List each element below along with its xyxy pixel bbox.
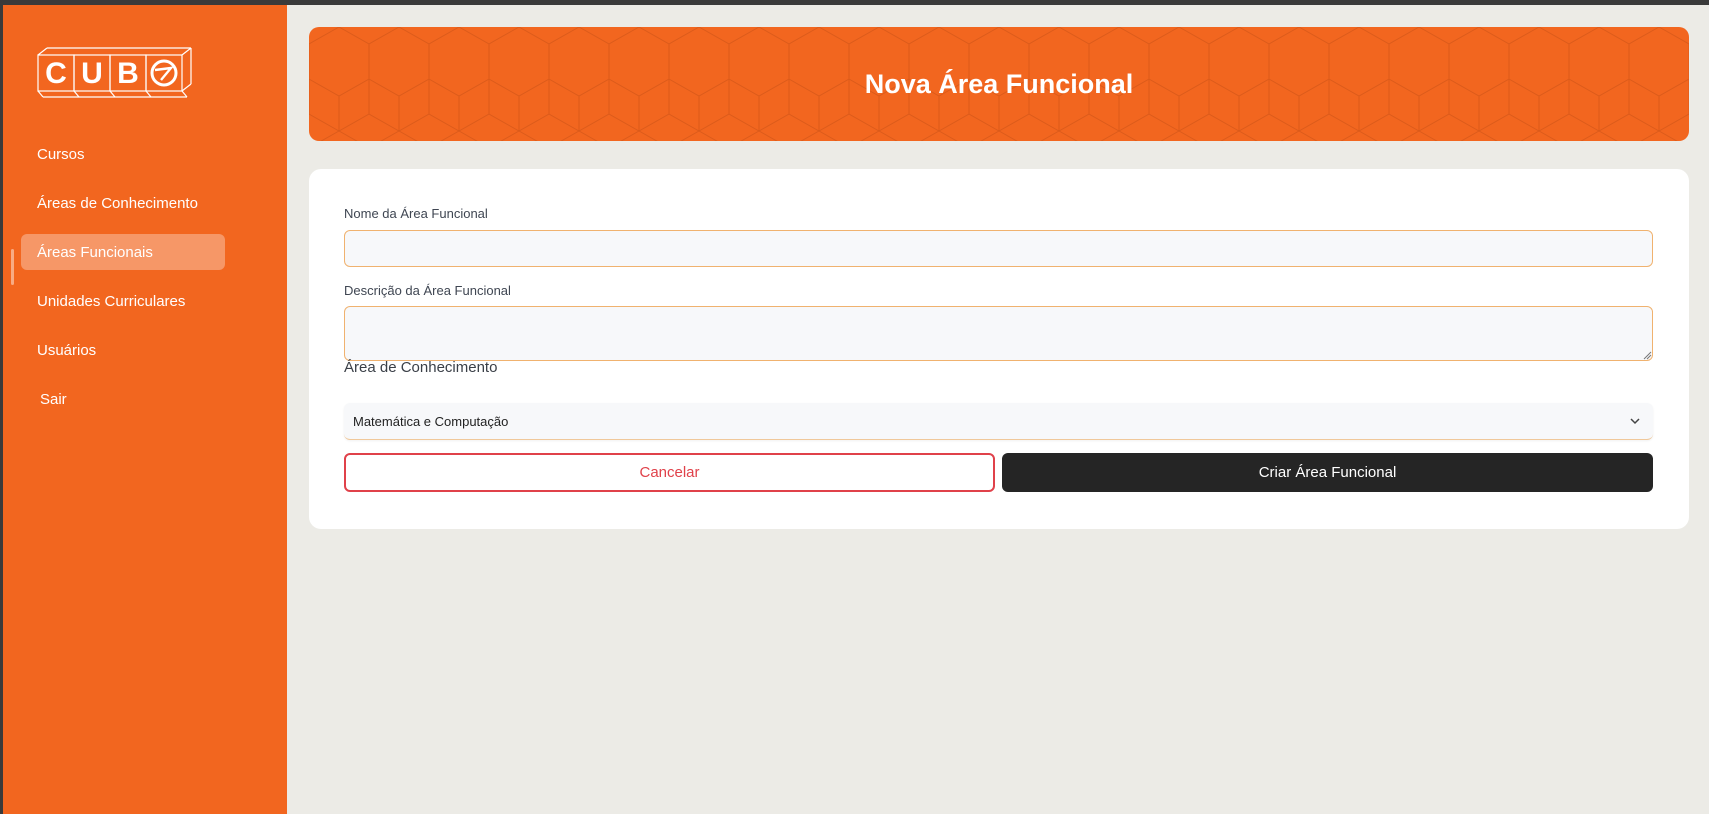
sidebar-item-label: Sair [40,390,67,408]
sidebar-item-label: Cursos [37,145,85,163]
name-field-label: Nome da Área Funcional [344,206,488,221]
area-select-value: Matemática e Computação [353,413,509,429]
cubo-logo[interactable]: C U B [37,47,202,103]
page-title: Nova Área Funcional [864,68,1134,99]
sidebar-item-areas-de-conhecimento[interactable]: Áreas de Conhecimento [21,185,225,221]
description-textarea[interactable] [344,306,1653,361]
form-card: Nome da Área Funcional Descrição da Área… [309,169,1689,529]
sidebar-item-label: Áreas Funcionais [37,243,153,261]
sidebar: C U B Cursos Áreas de Conhecimento Áreas… [3,5,287,814]
logo-letter-b: B [117,57,139,90]
description-field-wrapper [309,306,1689,362]
logo-graphic: C U B [37,47,192,98]
sidebar-item-cursos[interactable]: Cursos [21,136,225,172]
sidebar-item-label: Áreas de Conhecimento [37,194,198,212]
sidebar-item-unidades-curriculares[interactable]: Unidades Curriculares [21,283,225,319]
chevron-down-icon [1630,418,1640,425]
area-field-label: Área de Conhecimento [344,359,498,376]
sidebar-item-label: Unidades Curriculares [37,292,186,310]
page-header-banner: Nova Área Funcional [309,27,1689,141]
logo-letter-c: C [45,57,67,90]
sidebar-item-sair[interactable]: Sair [21,381,225,417]
area-select[interactable]: Matemática e Computação [344,403,1653,440]
sidebar-item-usuarios[interactable]: Usuários [21,332,225,368]
resize-handle-icon[interactable] [1643,351,1652,360]
sidebar-item-label: Usuários [37,341,97,359]
logo-letter-u: U [81,57,103,90]
sidebar-item-areas-funcionais[interactable]: Áreas Funcionais [21,234,225,270]
active-item-marker [11,249,14,285]
description-field-label: Descrição da Área Funcional [344,283,511,298]
create-area-button[interactable]: Criar Área Funcional [1002,453,1653,492]
name-input[interactable] [344,230,1653,267]
cancel-button[interactable]: Cancelar [344,453,995,492]
